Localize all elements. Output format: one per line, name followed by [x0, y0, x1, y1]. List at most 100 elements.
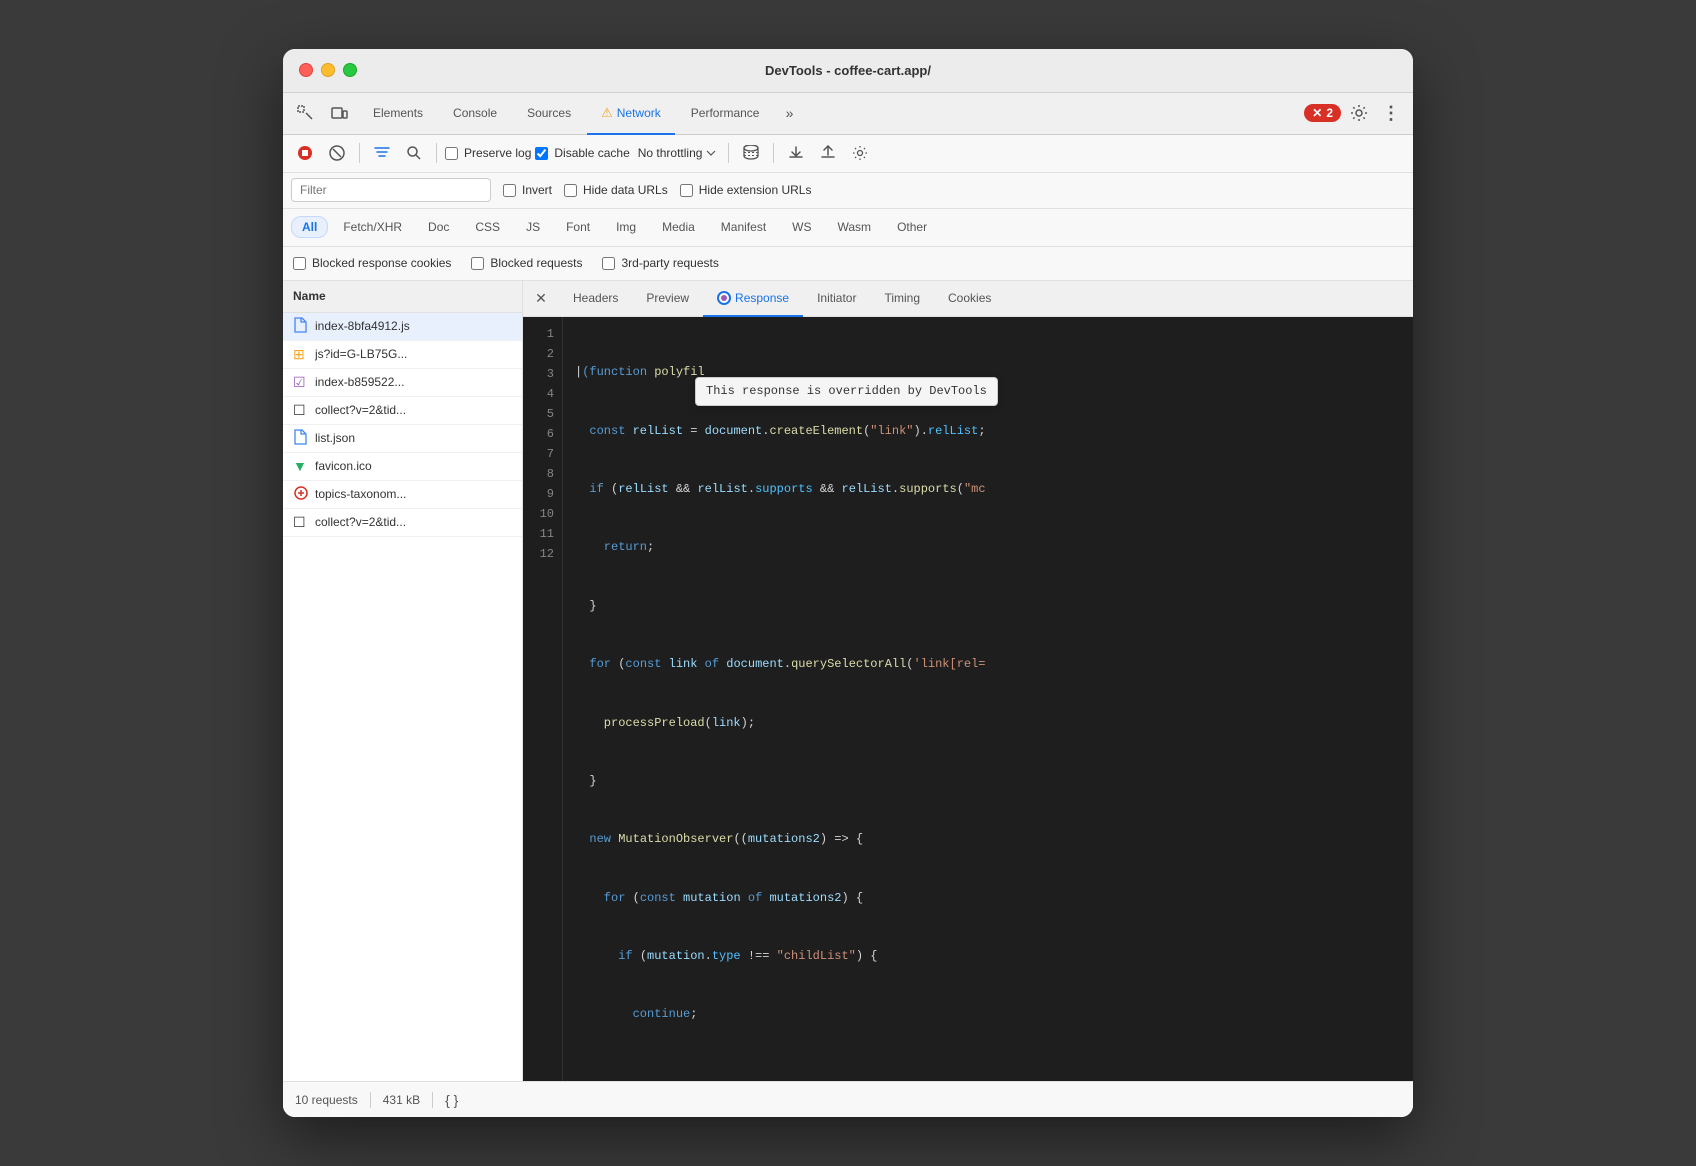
response-dot-inner	[721, 295, 727, 301]
file-item-1[interactable]: index-8bfa4912.js	[283, 313, 522, 341]
file-icon-4: ☐	[293, 402, 309, 419]
file-icon-2: ⊞	[293, 346, 309, 363]
type-btn-ws[interactable]: WS	[781, 216, 822, 238]
type-btn-css[interactable]: CSS	[464, 216, 511, 238]
network-conditions-btn[interactable]	[737, 139, 765, 167]
import-btn[interactable]	[782, 139, 810, 167]
panel-tab-headers[interactable]: Headers	[559, 281, 632, 317]
blocked-response-cookies-checkbox[interactable]: Blocked response cookies	[293, 256, 451, 270]
file-name-6: favicon.ico	[315, 459, 372, 473]
type-btn-img[interactable]: Img	[605, 216, 647, 238]
tab-performance[interactable]: Performance	[677, 93, 774, 135]
type-btn-manifest[interactable]: Manifest	[710, 216, 777, 238]
code-line-6: for (const link of document.querySelecto…	[575, 655, 1401, 675]
throttle-select[interactable]: No throttling	[634, 144, 721, 162]
blocked-requests-checkbox[interactable]: Blocked requests	[471, 256, 582, 270]
hide-data-urls-checkbox[interactable]: Hide data URLs	[564, 183, 668, 197]
panel-tab-response[interactable]: Response	[703, 281, 803, 317]
clear-btn[interactable]	[323, 139, 351, 167]
file-item-3[interactable]: ☑ index-b859522...	[283, 369, 522, 397]
code-area[interactable]: 1 2 3 4 5 6 7 8 9 10 11 12	[523, 317, 1413, 1082]
tab-console[interactable]: Console	[439, 93, 511, 135]
panel-tab-preview[interactable]: Preview	[632, 281, 703, 317]
type-btn-all[interactable]: All	[291, 216, 328, 238]
tab-sources[interactable]: Sources	[513, 93, 585, 135]
close-button[interactable]	[299, 63, 313, 77]
maximize-button[interactable]	[343, 63, 357, 77]
third-party-requests-input[interactable]	[602, 257, 615, 270]
file-list-header: Name	[283, 281, 522, 313]
search-btn[interactable]	[400, 139, 428, 167]
filter-bar: Invert Hide data URLs Hide extension URL…	[283, 173, 1413, 209]
panel-close-btn[interactable]: ✕	[527, 284, 555, 312]
error-badge[interactable]: ✕ 2	[1304, 104, 1341, 122]
type-btn-doc[interactable]: Doc	[417, 216, 460, 238]
tab-bar-actions: ✕ 2 ⋮	[1304, 99, 1405, 127]
preserve-log-checkbox[interactable]: Preserve log	[445, 146, 531, 160]
invert-input[interactable]	[503, 184, 516, 197]
disable-cache-checkbox[interactable]: Disable cache	[535, 146, 629, 160]
minimize-button[interactable]	[321, 63, 335, 77]
code-content: 1 2 3 4 5 6 7 8 9 10 11 12	[523, 317, 1413, 1082]
hide-extension-urls-checkbox[interactable]: Hide extension URLs	[680, 183, 812, 197]
code-line-7: processPreload(link);	[575, 713, 1401, 733]
settings-icon-btn[interactable]	[1345, 99, 1373, 127]
disable-cache-input[interactable]	[535, 147, 548, 160]
tab-network[interactable]: ⚠ Network	[587, 93, 675, 135]
status-divider-2	[432, 1092, 433, 1108]
file-item-2[interactable]: ⊞ js?id=G-LB75G...	[283, 341, 522, 369]
panel-tab-timing[interactable]: Timing	[870, 281, 934, 317]
invert-checkbox[interactable]: Invert	[503, 183, 552, 197]
file-item-7[interactable]: topics-taxonom...	[283, 481, 522, 509]
type-btn-wasm[interactable]: Wasm	[827, 216, 883, 238]
file-name-8: collect?v=2&tid...	[315, 515, 406, 529]
format-btn[interactable]: { }	[445, 1092, 458, 1108]
file-icon-8: ☐	[293, 514, 309, 531]
filter-input[interactable]	[291, 178, 491, 202]
filter-btn[interactable]	[368, 139, 396, 167]
blocked-bar: Blocked response cookies Blocked request…	[283, 247, 1413, 281]
hide-data-urls-input[interactable]	[564, 184, 577, 197]
export-btn[interactable]	[814, 139, 842, 167]
warn-icon: ⚠	[601, 105, 613, 121]
file-item-8[interactable]: ☐ collect?v=2&tid...	[283, 509, 522, 537]
more-menu-icon[interactable]: ⋮	[1377, 99, 1405, 127]
panel-tabs: ✕ Headers Preview Response Initiat	[523, 281, 1413, 317]
file-name-4: collect?v=2&tid...	[315, 403, 406, 417]
type-btn-media[interactable]: Media	[651, 216, 706, 238]
panel-tab-initiator[interactable]: Initiator	[803, 281, 870, 317]
blocked-response-cookies-input[interactable]	[293, 257, 306, 270]
inspect-icon[interactable]	[291, 99, 319, 127]
more-tabs-icon[interactable]: »	[775, 99, 803, 127]
device-toggle-icon[interactable]	[325, 99, 353, 127]
hide-extension-urls-input[interactable]	[680, 184, 693, 197]
toolbar-divider-2	[436, 143, 437, 163]
line-numbers: 1 2 3 4 5 6 7 8 9 10 11 12	[523, 317, 563, 1082]
tab-elements[interactable]: Elements	[359, 93, 437, 135]
preserve-log-input[interactable]	[445, 147, 458, 160]
toolbar-divider-3	[728, 143, 729, 163]
panel-tab-cookies[interactable]: Cookies	[934, 281, 1005, 317]
code-line-10: for (const mutation of mutations2) {	[575, 888, 1401, 908]
type-btn-fetch-xhr[interactable]: Fetch/XHR	[332, 216, 413, 238]
error-count: 2	[1326, 106, 1333, 120]
type-btn-font[interactable]: Font	[555, 216, 601, 238]
toolbar-divider-1	[359, 143, 360, 163]
file-item-6[interactable]: ▼ favicon.ico	[283, 453, 522, 481]
toolbar-settings-btn[interactable]	[846, 139, 874, 167]
file-name-7: topics-taxonom...	[315, 487, 406, 501]
file-item-4[interactable]: ☐ collect?v=2&tid...	[283, 397, 522, 425]
file-icon-5	[293, 429, 309, 448]
blocked-requests-input[interactable]	[471, 257, 484, 270]
code-line-4: return;	[575, 538, 1401, 558]
code-line-12: continue;	[575, 1005, 1401, 1025]
file-item-5[interactable]: list.json	[283, 425, 522, 453]
type-btn-other[interactable]: Other	[886, 216, 938, 238]
type-btn-js[interactable]: JS	[515, 216, 551, 238]
third-party-requests-checkbox[interactable]: 3rd-party requests	[602, 256, 718, 270]
code-line-3: if (relList && relList.supports && relLi…	[575, 480, 1401, 500]
code-lines: |(function polyfil This response is over…	[563, 317, 1413, 1082]
devtools-body: Elements Console Sources ⚠ Network Perfo…	[283, 93, 1413, 1118]
toolbar: Preserve log Disable cache No throttling	[283, 135, 1413, 173]
stop-recording-btn[interactable]	[291, 139, 319, 167]
